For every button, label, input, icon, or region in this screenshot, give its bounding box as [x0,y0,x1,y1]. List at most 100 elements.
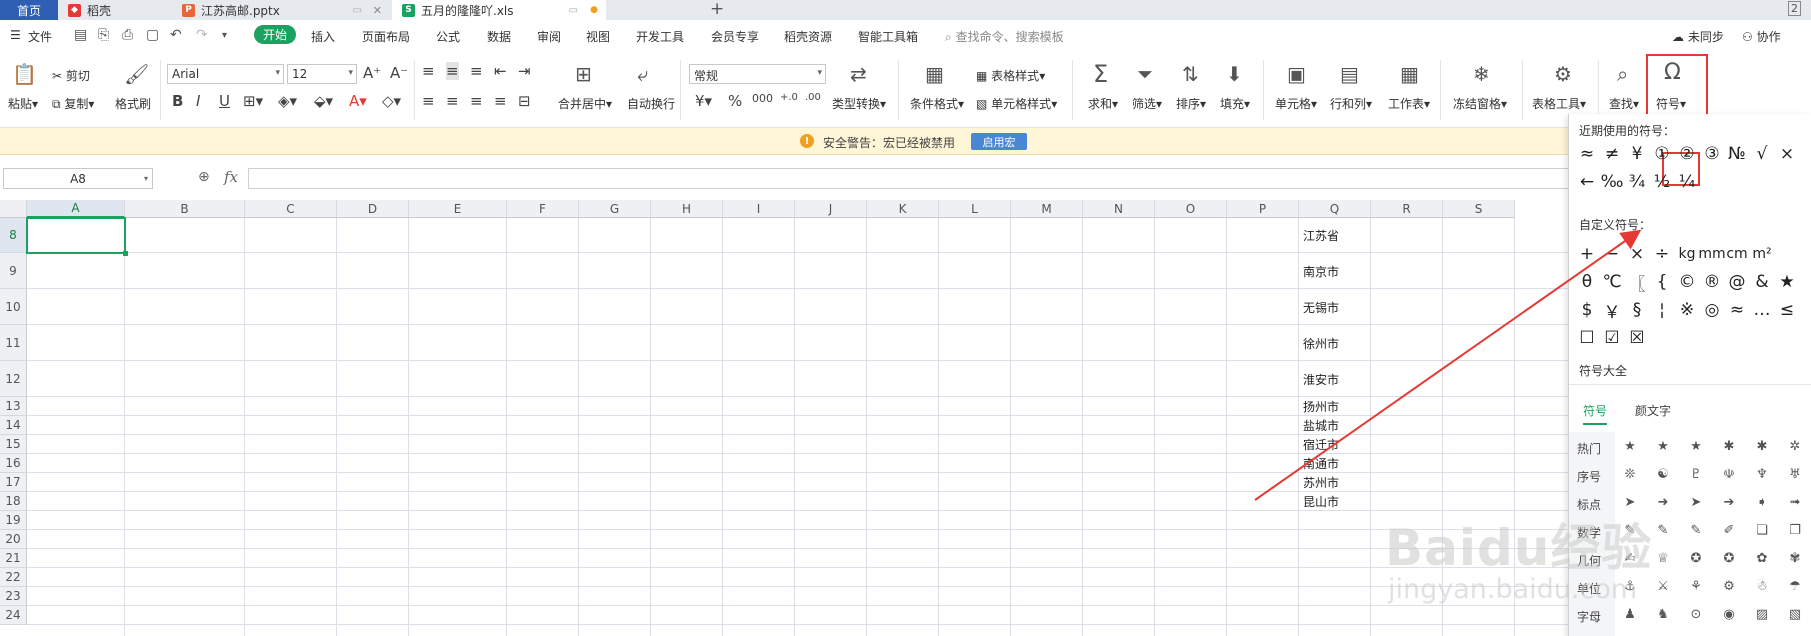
find-icon[interactable]: ⌕ [1617,62,1628,86]
symbol-sample-r1-1[interactable]: ★ [1648,432,1678,460]
number-format-combo[interactable]: 常规 ▾ [689,64,826,84]
custom-symbol-row2-3[interactable]: { [1648,268,1676,296]
menu-smart-toolbox[interactable]: 智能工具箱 [858,28,918,45]
custom-symbol-row3-7[interactable]: … [1748,296,1776,324]
font-color-icon[interactable]: A▾ [349,92,367,110]
decrease-decimal-icon[interactable]: .00 [805,92,821,103]
cond-format-icon[interactable]: ▦ [925,62,944,86]
column-header-p[interactable]: P [1227,200,1299,218]
recent-symbol-5[interactable]: ③ [1698,140,1726,168]
collaborate-button[interactable]: ⚇ 协作 [1742,28,1781,45]
menu-review[interactable]: 审阅 [537,28,561,45]
justify-icon[interactable]: ≡ [494,92,507,110]
custom-symbol-2[interactable]: × [1623,240,1651,268]
custom-symbol-1[interactable]: − [1598,240,1626,268]
symbol-sample-r5-4[interactable]: ✿ [1747,544,1777,572]
print-preview-icon[interactable]: ▢ [146,27,159,43]
symbol-sample-r6-2[interactable]: ⚘ [1681,572,1711,600]
symbol-sample-r2-5[interactable]: ♅ [1780,460,1810,488]
custom-symbol-row3-1[interactable]: ￥ [1598,296,1626,324]
symbol-sample-r7-2[interactable]: ⊙ [1681,600,1711,628]
undo-icon[interactable]: ↶ [170,27,182,43]
cell-style-button[interactable]: ▧ 单元格样式▾ [976,95,1057,112]
menu-start-tab[interactable]: 开始 [254,25,296,44]
menu-formulas[interactable]: 公式 [436,28,460,45]
symbol-sample-r3-4[interactable]: ➧ [1747,488,1777,516]
freeze-panes-button[interactable]: 冻结窗格▾ [1453,95,1507,112]
tab-docer[interactable]: ◆ 稻壳 [58,0,170,20]
menu-page-layout[interactable]: 页面布局 [362,28,410,45]
worksheet-button[interactable]: 工作表▾ [1388,95,1430,112]
cell-q14[interactable]: 盐城市 [1299,416,1371,435]
custom-symbol-row2-8[interactable]: ★ [1773,268,1801,296]
italic-icon[interactable]: I [196,92,200,110]
column-header-i[interactable]: I [723,200,795,218]
zoom-icon[interactable]: ⊕ [198,169,210,185]
page-count-badge[interactable]: 2 [1788,1,1801,16]
column-header-b[interactable]: B [125,200,245,218]
symbol-sample-r1-2[interactable]: ★ [1681,432,1711,460]
font-size-combo[interactable]: 12 ▾ [287,64,357,84]
distributed-icon[interactable]: ⊟ [518,92,531,110]
sum-button[interactable]: 求和▾ [1088,95,1118,112]
symbol-category-1[interactable]: 序号 [1569,468,1615,485]
font-grow-icon[interactable]: A⁺ [363,64,381,82]
filter-button[interactable]: 筛选▾ [1132,95,1162,112]
cell-button[interactable]: 单元格▾ [1275,95,1317,112]
row-header-17[interactable]: 17 [0,473,27,492]
cell-icon[interactable]: ▣ [1287,62,1306,86]
select-all-corner[interactable] [0,200,27,218]
custom-symbol-0[interactable]: + [1573,240,1601,268]
row-header-8[interactable]: 8 [0,218,27,253]
custom-symbol-4[interactable]: kg [1673,240,1701,268]
row-header-21[interactable]: 21 [0,549,27,568]
custom-symbol-row4-2[interactable]: ☒ [1623,324,1651,352]
menu-data[interactable]: 数据 [487,28,511,45]
bold-icon[interactable]: B [172,92,183,110]
hamburger-icon[interactable]: ☰ [10,28,21,42]
custom-symbol-3[interactable]: ÷ [1648,240,1676,268]
row-header-11[interactable]: 11 [0,325,27,361]
recent-symbol-3[interactable]: ① [1648,140,1676,168]
recent-symbol-0[interactable]: ≈ [1573,140,1601,168]
menu-insert[interactable]: 插入 [311,28,335,45]
font-name-combo[interactable]: Arial ▾ [167,64,284,84]
sort-button[interactable]: 排序▾ [1176,95,1206,112]
format-painter-button[interactable]: 格式刷 [115,95,151,112]
custom-symbol-6[interactable]: cm [1723,240,1751,268]
table-style-button[interactable]: ▦ 表格样式▾ [976,67,1045,84]
column-header-r[interactable]: R [1371,200,1443,218]
currency-icon[interactable]: ¥▾ [695,92,712,110]
symbol-sample-r1-0[interactable]: ★ [1615,432,1645,460]
symbol-sample-r1-3[interactable]: ✱ [1714,432,1744,460]
custom-symbol-row3-3[interactable]: ¦ [1648,296,1676,324]
sort-icon[interactable]: ⇅ [1182,62,1199,86]
custom-symbol-7[interactable]: m² [1748,240,1776,268]
merge-center-button[interactable]: 合并居中▾ [558,95,612,112]
percent-icon[interactable]: % [728,92,742,110]
symbol-sample-r4-4[interactable]: ❏ [1747,516,1777,544]
column-header-n[interactable]: N [1083,200,1155,218]
export-pdf-icon[interactable]: ⎘ [98,27,109,43]
fill-icon[interactable]: ⬇ [1226,62,1243,86]
align-bottom-icon[interactable]: ≡ [470,62,483,80]
symbol-sample-r3-5[interactable]: ➟ [1780,488,1810,516]
symbol-sample-r2-2[interactable]: ♇ [1681,460,1711,488]
fill-color-icon[interactable]: ⬙▾ [314,92,333,110]
recent-symbol-8[interactable]: × [1773,140,1801,168]
custom-symbol-row2-4[interactable]: © [1673,268,1701,296]
cond-format-button[interactable]: 条件格式▾ [910,95,964,112]
format-painter-icon[interactable]: 🖌 [124,62,149,86]
clear-icon[interactable]: ◇▾ [382,92,401,110]
column-header-s[interactable]: S [1443,200,1515,218]
row-col-button[interactable]: 行和列▾ [1330,95,1372,112]
indent-decrease-icon[interactable]: ⇤ [494,62,507,80]
symbol-sample-r5-1[interactable]: ♕ [1648,544,1678,572]
recent-symbol-7[interactable]: √ [1748,140,1776,168]
menu-view[interactable]: 视图 [586,28,610,45]
recent-symbol-row2-2[interactable]: ¾ [1623,168,1651,196]
custom-symbol-row2-6[interactable]: @ [1723,268,1751,296]
column-header-q[interactable]: Q [1299,200,1371,218]
increase-decimal-icon[interactable]: +.0 [780,92,798,103]
tab-home[interactable]: 首页 [0,0,58,20]
